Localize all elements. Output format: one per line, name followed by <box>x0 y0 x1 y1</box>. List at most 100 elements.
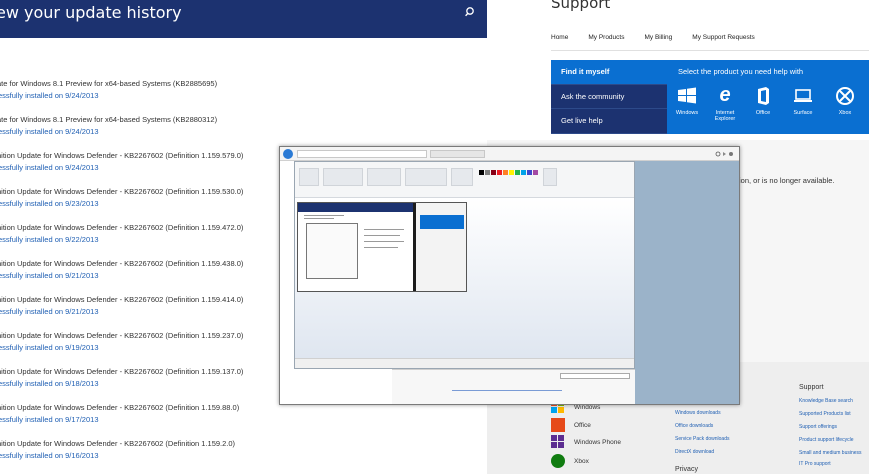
footer-heading-support: Support <box>799 384 824 391</box>
product-heading: Select the product you need help with <box>678 67 804 76</box>
color-swatch[interactable] <box>491 170 496 175</box>
windows-icon <box>678 87 696 104</box>
browser-right-area <box>635 161 739 404</box>
mini-support-pane <box>416 203 466 291</box>
update-status: essfully installed on 9/24/2013 <box>0 127 99 136</box>
paint-canvas-area[interactable] <box>295 198 634 358</box>
update-name: nition Update for Windows Defender - KB2… <box>0 439 236 448</box>
footer-heading-privacy: Privacy <box>675 466 698 473</box>
shapes-group[interactable] <box>405 168 447 186</box>
edit-colors-button[interactable] <box>543 168 557 186</box>
browser-toolbar <box>280 147 739 161</box>
support-nav: Home My Products My Billing My Support R… <box>551 34 775 41</box>
office-icon <box>758 87 769 105</box>
unavailable-message: ion, or is no longer available. <box>739 176 835 185</box>
product-label: Office <box>755 110 771 116</box>
back-icon[interactable] <box>283 149 293 159</box>
color-swatch[interactable] <box>497 170 502 175</box>
footer-product-windows-phone[interactable]: Windows Phone <box>551 435 621 449</box>
color-swatch[interactable] <box>485 170 490 175</box>
list-item[interactable]: ate for Windows 8.1 Preview for x64-base… <box>0 78 487 114</box>
xbox-icon <box>836 87 854 105</box>
ask-community-tab[interactable]: Ask the community <box>551 85 667 110</box>
update-history-header: ew your update history <box>0 0 487 38</box>
product-office[interactable]: Office <box>743 82 783 116</box>
page-link-line <box>452 390 562 391</box>
list-item[interactable]: nition Update for Windows Defender - KB2… <box>0 438 487 474</box>
product-windows[interactable]: Windows <box>667 82 707 116</box>
browser-tools-icon[interactable] <box>715 150 735 158</box>
footer-link[interactable]: Supported Products list <box>799 411 851 417</box>
paste-button[interactable] <box>299 168 319 186</box>
footer-link[interactable]: Windows downloads <box>675 410 721 416</box>
nav-home[interactable]: Home <box>551 34 568 41</box>
pasted-screenshot <box>297 202 467 292</box>
live-help-tab[interactable]: Get live help <box>551 109 667 134</box>
footer-link[interactable]: Office downloads <box>675 423 713 429</box>
mini-dialog <box>306 223 358 279</box>
windows-phone-icon <box>551 435 564 448</box>
product-label: Xbox <box>838 110 852 116</box>
color-swatch[interactable] <box>515 170 520 175</box>
footer-product-label: Xbox <box>574 457 589 465</box>
page-buttons[interactable] <box>560 373 630 379</box>
color-swatch[interactable] <box>503 170 508 175</box>
footer-link[interactable]: Knowledge Base search <box>799 398 853 404</box>
footer-link[interactable]: IT Pro support <box>799 461 831 467</box>
nav-my-support-requests[interactable]: My Support Requests <box>692 34 755 41</box>
size-button[interactable] <box>451 168 473 186</box>
xbox-icon <box>551 454 565 468</box>
find-it-myself-tab[interactable]: Find it myself <box>551 60 667 85</box>
help-menu: Find it myself Ask the community Get liv… <box>551 60 667 134</box>
nav-my-billing[interactable]: My Billing <box>644 34 672 41</box>
color-swatch[interactable] <box>509 170 514 175</box>
product-label: Windows <box>675 110 699 116</box>
mini-product-panel <box>420 215 464 229</box>
color-swatch[interactable] <box>479 170 484 175</box>
product-surface[interactable]: Surface <box>783 82 823 116</box>
footer-product-label: Windows Phone <box>574 438 621 446</box>
product-label: Internet Explorer <box>714 110 736 122</box>
product-internet-explorer[interactable]: e Internet Explorer <box>705 82 745 122</box>
browser-page-bottom <box>392 369 635 404</box>
paint-window <box>294 161 635 369</box>
office-icon <box>551 418 565 432</box>
product-panel: Select the product you need help with Wi… <box>667 60 869 134</box>
footer-link[interactable]: DirectX download <box>675 449 714 455</box>
browser-left-margin <box>280 161 294 404</box>
product-xbox[interactable]: Xbox <box>825 82 865 116</box>
nav-divider <box>551 50 869 51</box>
color-swatch[interactable] <box>527 170 532 175</box>
list-item[interactable]: ate for Windows 8.1 Preview for x64-base… <box>0 114 487 150</box>
support-title: Support <box>551 0 611 12</box>
search-icon[interactable] <box>463 5 479 21</box>
footer-link[interactable]: Service Pack downloads <box>675 436 729 442</box>
footer-link[interactable]: Small and medium business <box>799 450 862 456</box>
update-name: ate for Windows 8.1 Preview for x64-base… <box>0 115 218 124</box>
internet-explorer-icon: e <box>719 84 731 106</box>
update-status: essfully installed on 9/17/2013 <box>0 415 99 424</box>
footer-link[interactable]: Support offerings <box>799 424 837 430</box>
list-item[interactable]: nition Update for Windows Defender - KB2… <box>0 402 487 438</box>
update-name: ate for Windows 8.1 Preview for x64-base… <box>0 79 218 88</box>
support-top: Support Home My Products My Billing My S… <box>487 0 869 140</box>
footer-link[interactable]: Product support lifecycle <box>799 437 853 443</box>
color-swatch[interactable] <box>521 170 526 175</box>
page-title: ew your update history <box>0 3 182 22</box>
address-bar[interactable] <box>297 150 427 158</box>
footer-product-label: Office <box>574 421 591 429</box>
paint-statusbar <box>295 358 634 368</box>
browser-tab[interactable] <box>430 150 485 158</box>
image-tools[interactable] <box>323 168 363 186</box>
footer-product-xbox[interactable]: Xbox <box>551 454 589 468</box>
mini-header <box>298 203 413 212</box>
color-swatch[interactable] <box>533 170 538 175</box>
paint-ribbon <box>295 162 634 198</box>
update-status: essfully installed on 9/16/2013 <box>0 451 99 460</box>
nav-my-products[interactable]: My Products <box>588 34 624 41</box>
update-status: essfully installed on 9/24/2013 <box>0 91 99 100</box>
footer-product-office[interactable]: Office <box>551 418 591 432</box>
mini-update-pane <box>298 203 413 291</box>
surface-icon <box>794 89 812 102</box>
tools-group[interactable] <box>367 168 401 186</box>
